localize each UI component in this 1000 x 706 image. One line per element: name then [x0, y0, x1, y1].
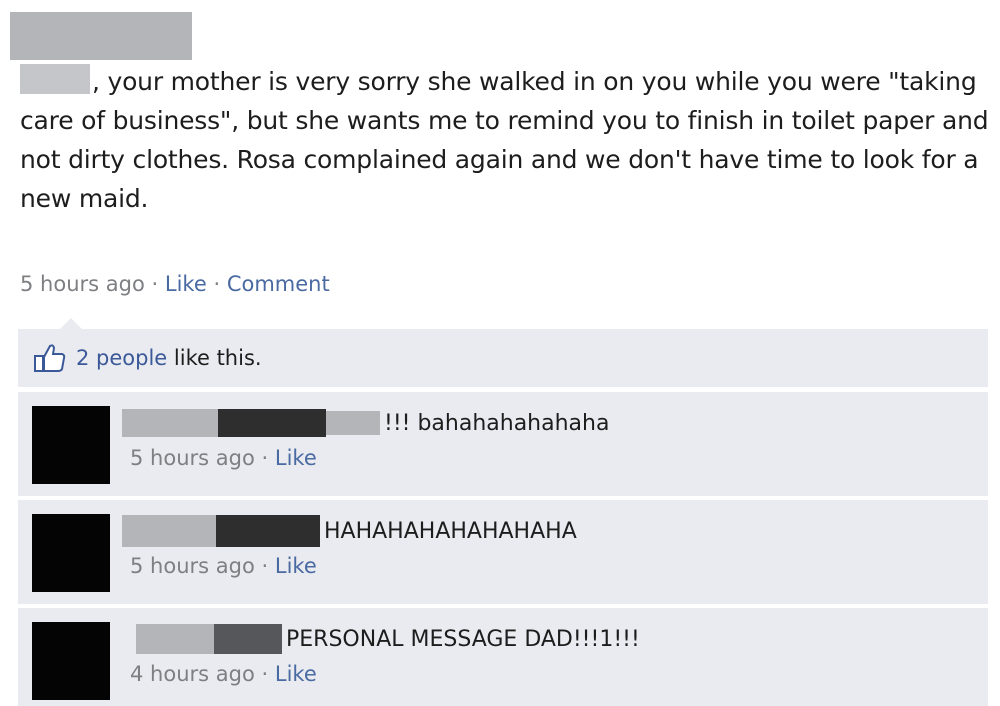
comment-item: HAHAHAHAHAHAHAHA 5 hours ago · Like	[18, 500, 988, 604]
comment-timestamp: 5 hours ago	[130, 554, 255, 578]
post-meta: 5 hours ago · Like · Comment	[20, 272, 330, 296]
comment-meta: 4 hours ago · Like	[130, 662, 317, 686]
commenter-name-redacted[interactable]	[136, 624, 214, 654]
likes-summary: 2 people like this.	[76, 346, 262, 370]
comment-text: PERSONAL MESSAGE DAD!!!1!!!	[286, 626, 640, 652]
comment-timestamp: 4 hours ago	[130, 662, 255, 686]
post-like-link[interactable]: Like	[165, 272, 207, 296]
avatar[interactable]	[32, 622, 110, 700]
post-timestamp: 5 hours ago	[20, 272, 145, 296]
separator: ·	[261, 446, 269, 470]
separator: ·	[261, 554, 269, 578]
likes-suffix: like this.	[167, 346, 262, 370]
comment-line: !!! bahahahahahaha	[122, 406, 609, 440]
comment-item: PERSONAL MESSAGE DAD!!!1!!! 4 hours ago …	[18, 608, 988, 706]
separator: ·	[261, 662, 269, 686]
post-comment-link[interactable]: Comment	[227, 272, 330, 296]
commenter-name-redacted[interactable]	[122, 515, 216, 547]
comment-timestamp: 5 hours ago	[130, 446, 255, 470]
commenter-name-redacted[interactable]	[326, 411, 380, 435]
comment-like-link[interactable]: Like	[275, 662, 317, 686]
recipient-name-redacted	[20, 64, 90, 94]
thumbs-up-icon	[34, 344, 66, 372]
post-body: , your mother is very sorry she walked i…	[20, 67, 989, 213]
commenter-name-redacted[interactable]	[122, 409, 218, 437]
commenter-name-redacted[interactable]	[214, 624, 282, 654]
avatar[interactable]	[32, 514, 110, 592]
comment-caret	[60, 318, 82, 329]
comment-like-link[interactable]: Like	[275, 554, 317, 578]
comment-line: HAHAHAHAHAHAHAHA	[122, 514, 577, 548]
likes-bar: 2 people like this.	[18, 329, 988, 389]
comment-item: !!! bahahahahahaha 5 hours ago · Like	[18, 392, 988, 496]
separator: ·	[213, 272, 221, 296]
separator: ·	[151, 272, 159, 296]
commenter-name-redacted[interactable]	[218, 409, 326, 437]
comment-meta: 5 hours ago · Like	[130, 446, 317, 470]
likers-link[interactable]: 2 people	[76, 346, 167, 370]
comment-like-link[interactable]: Like	[275, 446, 317, 470]
commenter-name-redacted[interactable]	[216, 515, 320, 547]
comment-line: PERSONAL MESSAGE DAD!!!1!!!	[122, 622, 640, 656]
comment-text: HAHAHAHAHAHAHAHA	[324, 518, 577, 544]
comment-text: !!! bahahahahahaha	[384, 410, 610, 436]
avatar[interactable]	[32, 406, 110, 484]
author-name-redacted	[10, 12, 192, 60]
comment-meta: 5 hours ago · Like	[130, 554, 317, 578]
post-text: , your mother is very sorry she walked i…	[20, 62, 995, 218]
